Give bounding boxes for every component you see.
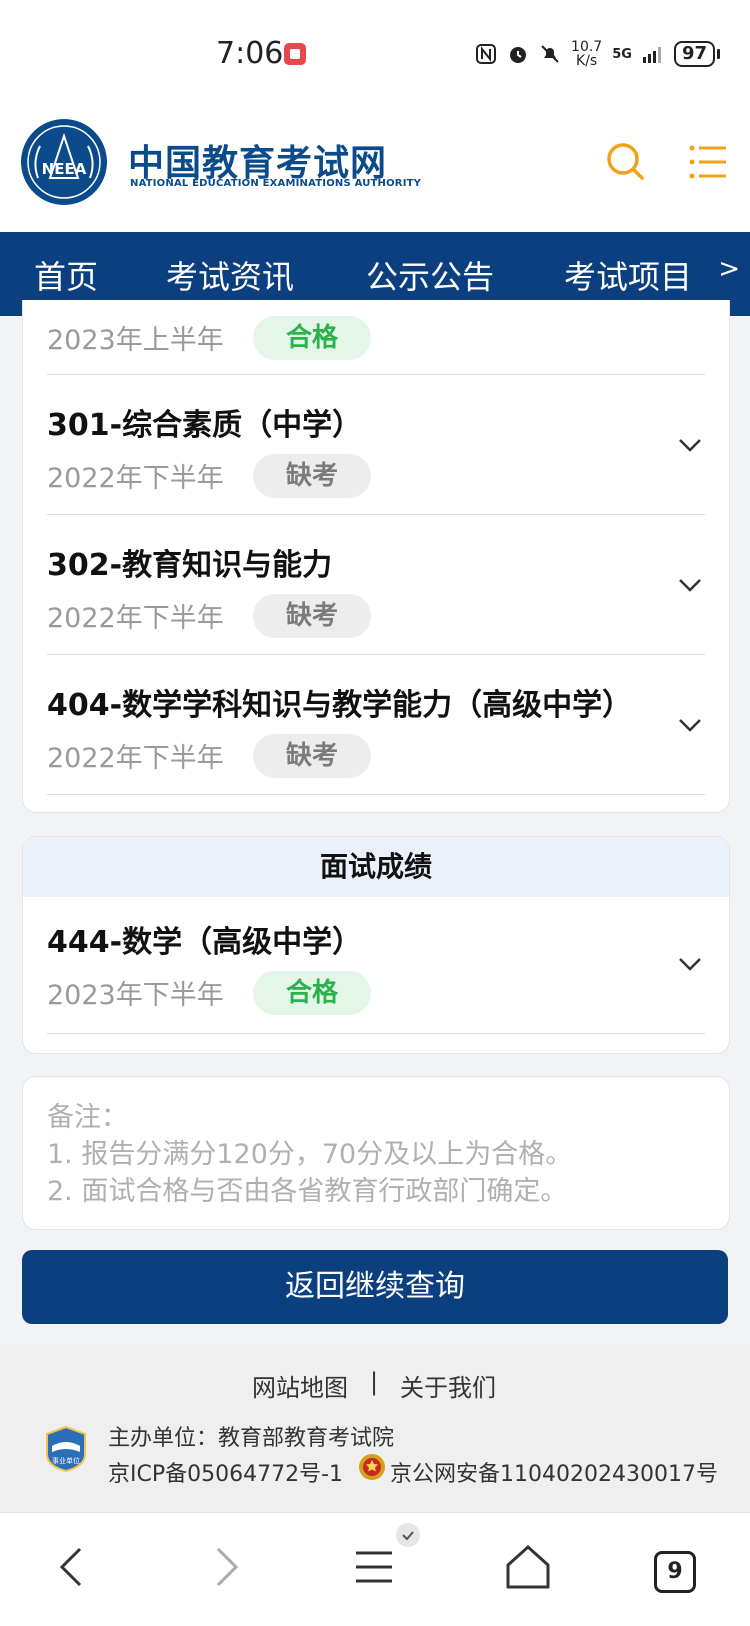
alarm-icon	[510, 47, 527, 63]
notes-text: 备注： 1. 报告分满分120分，70分及以上为合格。 2. 面试合格与否由各省…	[47, 1099, 572, 1210]
result-period: 2022年下半年	[47, 603, 224, 634]
footer-separator: |	[370, 1368, 379, 1396]
check-icon	[402, 1531, 414, 1541]
notes-line-1: 1. 报告分满分120分，70分及以上为合格。	[47, 1139, 573, 1170]
net-speed-unit: K/s	[576, 53, 598, 69]
battery-tip	[717, 49, 720, 59]
host-organization: 主办单位：教育部教育考试院	[108, 1426, 395, 1451]
icp-record-link[interactable]: 京ICP备05064772号-1	[108, 1456, 343, 1488]
menu-lines-icon[interactable]	[346, 1539, 402, 1595]
result-period: 2022年下半年	[47, 743, 224, 774]
status-badge: 合格	[253, 316, 371, 360]
menu-icon[interactable]	[686, 140, 730, 184]
status-badge: 合格	[253, 971, 371, 1015]
tabs-count-button[interactable]: 9	[654, 1551, 696, 1593]
result-period: 2023年上半年	[47, 325, 224, 356]
result-subject: 444-数学（高级中学）	[47, 925, 363, 960]
result-period: 2023年下半年	[47, 980, 224, 1011]
update-check-badge	[396, 1523, 420, 1547]
logo-text: NEEA	[42, 160, 87, 178]
site-footer: 网站地图 | 关于我们 事业单位 主办单位：教育部教育考试院 京ICP备0506…	[0, 1344, 750, 1512]
nav-item-notices[interactable]: 公示公告	[366, 252, 494, 298]
site-header: NEEA 中国教育考试网 NATIONAL EDUCATION EXAMINAT…	[0, 112, 750, 232]
battery-level: 97	[673, 41, 715, 67]
neea-logo[interactable]: NEEA	[20, 118, 108, 206]
chevron-down-icon[interactable]	[675, 710, 705, 740]
nav-item-news[interactable]: 考试资讯	[166, 252, 294, 298]
status-time: 7:06	[216, 36, 284, 71]
result-subject: 301-综合素质（中学）	[47, 408, 363, 443]
result-row-partial[interactable]: 2023年上半年 合格	[47, 300, 705, 375]
status-badge: 缺考	[253, 734, 371, 778]
site-subtitle: NATIONAL EDUCATION EXAMINATIONS AUTHORIT…	[130, 178, 422, 189]
mute-icon	[541, 45, 559, 63]
institution-badge-icon[interactable]: 事业单位	[46, 1426, 86, 1472]
nfc-icon	[476, 44, 497, 64]
chevron-down-icon[interactable]	[675, 430, 705, 460]
result-row[interactable]: 444-数学（高级中学） 2023年下半年 合格	[47, 897, 705, 1034]
nav-item-exams[interactable]: 考试项目	[564, 252, 692, 298]
written-results-card: 2023年上半年 合格 301-综合素质（中学） 2022年下半年 缺考 302…	[22, 300, 730, 813]
result-period: 2022年下半年	[47, 463, 224, 494]
status-icons: 10.7 K/s 5G 97	[475, 40, 720, 68]
psb-record-link[interactable]: 京公网安备11040202430017号	[390, 1456, 718, 1488]
section-heading: 面试成绩	[23, 837, 729, 897]
signal-icon	[642, 47, 661, 63]
status-bar: 7:06 10.7 K/s 5G 97	[0, 0, 750, 112]
status-badge: 缺考	[253, 594, 371, 638]
result-row[interactable]: 302-教育知识与能力 2022年下半年 缺考	[47, 514, 705, 655]
result-row[interactable]: 404-数学学科知识与教学能力（高级中学） 2022年下半年 缺考	[47, 654, 705, 795]
chevron-down-icon[interactable]	[675, 570, 705, 600]
battery-indicator: 97	[673, 41, 720, 67]
badge-text: 事业单位	[52, 1456, 80, 1465]
police-emblem-icon	[359, 1454, 385, 1480]
notes-label: 备注：	[47, 1102, 128, 1133]
notes-card: 备注： 1. 报告分满分120分，70分及以上为合格。 2. 面试合格与否由各省…	[22, 1076, 730, 1230]
status-badge: 缺考	[253, 454, 371, 498]
sitemap-link[interactable]: 网站地图	[252, 1368, 348, 1403]
nav-item-home[interactable]: 首页	[34, 252, 98, 298]
about-us-link[interactable]: 关于我们	[400, 1368, 496, 1403]
back-to-query-button[interactable]: 返回继续查询	[22, 1250, 728, 1324]
notification-icon	[284, 43, 306, 65]
search-icon[interactable]	[604, 140, 648, 184]
interview-results-card: 面试成绩 444-数学（高级中学） 2023年下半年 合格	[22, 836, 730, 1054]
notes-line-2: 2. 面试合格与否由各省教育行政部门确定。	[47, 1176, 568, 1207]
result-row[interactable]: 301-综合素质（中学） 2022年下半年 缺考	[47, 374, 705, 515]
network-type: 5G	[612, 46, 632, 62]
result-subject: 404-数学学科知识与教学能力（高级中学）	[47, 688, 633, 723]
home-icon[interactable]	[500, 1539, 556, 1595]
nav-more-arrow[interactable]: >	[718, 254, 740, 284]
forward-arrow-icon[interactable]	[196, 1539, 252, 1595]
net-speed: 10.7 K/s	[571, 40, 602, 68]
chevron-down-icon[interactable]	[675, 949, 705, 979]
result-subject: 302-教育知识与能力	[47, 548, 333, 583]
back-arrow-icon[interactable]	[46, 1539, 102, 1595]
browser-toolbar: 9	[0, 1512, 750, 1626]
